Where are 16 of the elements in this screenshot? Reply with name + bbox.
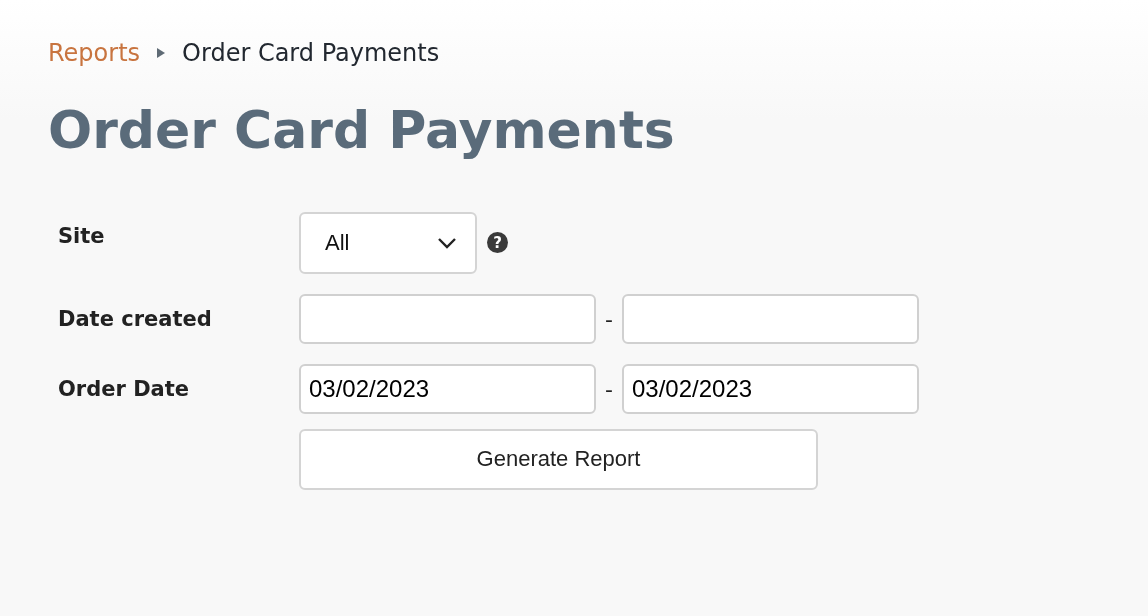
breadcrumb-current: Order Card Payments bbox=[182, 39, 440, 67]
field-label: Order Date bbox=[57, 377, 191, 401]
range-separator: - bbox=[604, 306, 614, 332]
date-field[interactable]: 03/02/2023 bbox=[622, 364, 919, 414]
breadcrumb-arrow-icon bbox=[156, 47, 167, 59]
date-field[interactable] bbox=[299, 294, 596, 344]
field-label: Date created bbox=[57, 307, 213, 331]
field-label: Site bbox=[57, 223, 106, 248]
date-field[interactable]: 03/02/2023 bbox=[299, 364, 596, 414]
date-field[interactable] bbox=[622, 294, 919, 344]
generate-report-button[interactable]: Generate Report bbox=[299, 428, 818, 490]
help-icon[interactable]: ? bbox=[487, 232, 508, 253]
range-separator: - bbox=[604, 376, 614, 402]
site-dropdown[interactable]: All bbox=[299, 212, 477, 274]
page-title: Order Card Payments bbox=[48, 100, 676, 160]
chevron-down-icon bbox=[437, 237, 457, 249]
